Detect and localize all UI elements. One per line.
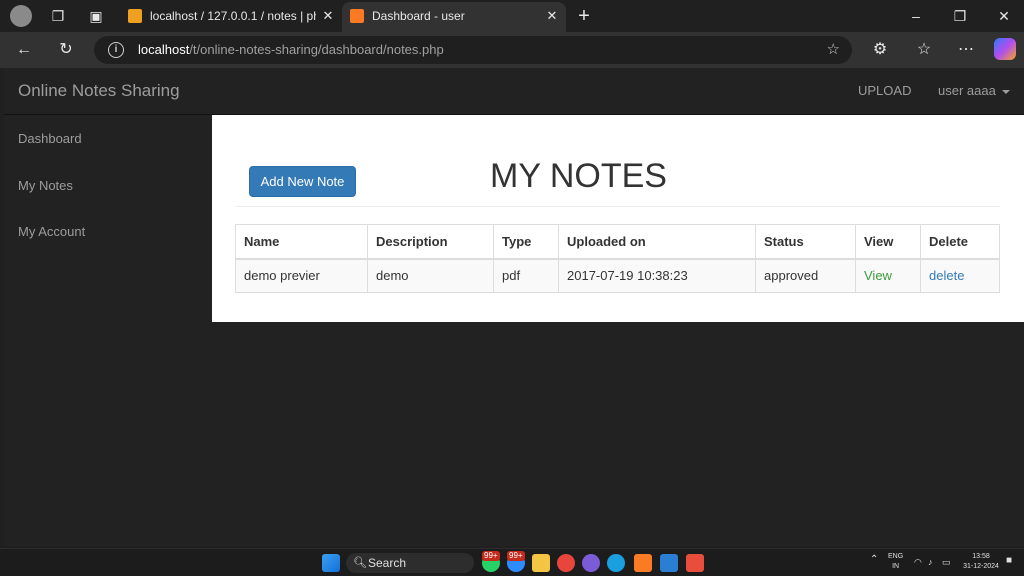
col-view: View: [855, 224, 921, 260]
clock[interactable]: 13:58 31-12-2024: [958, 552, 1004, 572]
cell-status: approved: [755, 258, 856, 293]
col-uploaded-on: Uploaded on: [558, 224, 756, 260]
chevron-up-icon[interactable]: ⌃: [870, 555, 878, 565]
cell-description: demo: [367, 258, 494, 293]
col-delete: Delete: [920, 224, 1000, 260]
add-new-note-button[interactable]: Add New Note: [249, 166, 356, 197]
table-header-row: Name Description Type Uploaded on Status…: [235, 224, 1000, 260]
vscode-icon[interactable]: [660, 554, 678, 572]
extensions-icon[interactable]: ⚙: [870, 40, 890, 60]
xampp-icon: [350, 9, 364, 23]
cell-view: View: [855, 258, 921, 293]
table-row: demo previer demo pdf 2017-07-19 10:38:2…: [235, 258, 1000, 293]
upload-link[interactable]: UPLOAD: [858, 68, 911, 114]
cell-delete: delete: [920, 258, 1000, 293]
chrome-icon[interactable]: [557, 554, 575, 572]
windows-start-icon[interactable]: [322, 554, 340, 572]
close-tab-icon[interactable]: ✕: [320, 2, 336, 30]
site-info-icon[interactable]: i: [108, 42, 124, 58]
back-icon[interactable]: ←: [14, 40, 34, 60]
messenger-icon[interactable]: 99+: [507, 551, 525, 572]
whatsapp-icon[interactable]: 99+: [482, 551, 500, 572]
cell-uploaded-on: 2017-07-19 10:38:23: [558, 258, 756, 293]
tab-phpmyadmin[interactable]: localhost / 127.0.0.1 / notes | php ✕: [120, 2, 342, 32]
col-status: Status: [755, 224, 856, 260]
browser-tab-bar: ❐ ▣ localhost / 127.0.0.1 / notes | php …: [0, 0, 1024, 32]
delete-link[interactable]: delete: [929, 268, 964, 283]
date-label: 31-12-2024: [963, 563, 999, 570]
divider: [235, 206, 1000, 207]
new-tab-icon[interactable]: +: [574, 6, 594, 26]
edge-icon[interactable]: [607, 554, 625, 572]
sidebar-item-my-account[interactable]: My Account: [18, 224, 85, 239]
user-menu[interactable]: user aaaa: [938, 68, 1010, 114]
cell-name: demo previer: [235, 258, 368, 293]
more-menu-icon[interactable]: ⋯: [956, 40, 976, 60]
close-window-icon[interactable]: ✕: [982, 0, 1024, 32]
taskbar-search[interactable]: 🔍︎ Search: [346, 553, 474, 573]
file-explorer-icon[interactable]: [532, 554, 550, 572]
profile-avatar[interactable]: [10, 5, 32, 27]
browser-toolbar: ← ↻ i localhost/t/online-notes-sharing/d…: [0, 32, 1024, 68]
brand-link[interactable]: Online Notes Sharing: [18, 68, 180, 114]
col-description: Description: [367, 224, 494, 260]
caret-down-icon: [1001, 89, 1010, 94]
notification-badge: 99+: [507, 551, 525, 561]
web-page: Online Notes Sharing UPLOAD user aaaa Da…: [4, 68, 1024, 546]
tab-dashboard[interactable]: Dashboard - user ✕: [342, 2, 566, 32]
refresh-icon[interactable]: ↻: [56, 40, 76, 60]
workspaces-icon[interactable]: ❐: [48, 6, 68, 26]
page-title: MY NOTES: [490, 157, 667, 195]
tab-title: localhost / 127.0.0.1 / notes | php: [150, 9, 316, 23]
notification-badge: 99+: [482, 551, 500, 561]
main-content: Add New Note MY NOTES Name Description T…: [212, 115, 1024, 322]
wifi-icon[interactable]: ◠: [914, 557, 922, 567]
sidebar-item-dashboard[interactable]: Dashboard: [18, 131, 82, 146]
address-bar[interactable]: i localhost/t/online-notes-sharing/dashb…: [94, 36, 852, 64]
battery-icon[interactable]: ▭: [942, 557, 951, 567]
close-tab-icon[interactable]: ✕: [544, 2, 560, 30]
cell-type: pdf: [493, 258, 559, 293]
minimize-icon[interactable]: –: [894, 0, 938, 32]
favorite-star-icon[interactable]: ☆: [827, 40, 840, 58]
col-name: Name: [235, 224, 368, 260]
tab-title: Dashboard - user: [372, 9, 465, 23]
col-type: Type: [493, 224, 559, 260]
url-text: localhost/t/online-notes-sharing/dashboa…: [138, 42, 444, 57]
time-label: 13:58: [972, 553, 990, 560]
search-icon: 🔍︎: [353, 557, 367, 569]
language-indicator[interactable]: ENG IN: [888, 552, 903, 572]
copilot-icon[interactable]: [994, 38, 1016, 60]
phpmyadmin-icon: [128, 9, 142, 23]
sidebar-item-my-notes[interactable]: My Notes: [18, 178, 73, 193]
favorites-icon[interactable]: ☆: [914, 40, 934, 60]
notes-table: Name Description Type Uploaded on Status…: [235, 224, 1000, 293]
xampp-taskbar-icon[interactable]: [634, 554, 652, 572]
taskbar: 🔍︎ Search 99+ 99+ ⌃ ENG IN ◠ ♪ ▭ 13:58 31-…: [0, 548, 1024, 576]
top-navbar: Online Notes Sharing UPLOAD user aaaa: [4, 68, 1024, 115]
snipping-tool-icon[interactable]: [686, 554, 704, 572]
view-link[interactable]: View: [864, 268, 892, 283]
chrome-profile-icon[interactable]: [582, 554, 600, 572]
notifications-icon[interactable]: ■: [1006, 556, 1012, 566]
search-label: Search: [368, 556, 407, 570]
restore-icon[interactable]: ❐: [938, 0, 982, 32]
tab-actions-icon[interactable]: ▣: [86, 6, 106, 26]
region-label: IN: [892, 563, 900, 570]
lang-label: ENG: [888, 553, 904, 560]
volume-icon[interactable]: ♪: [928, 557, 933, 567]
